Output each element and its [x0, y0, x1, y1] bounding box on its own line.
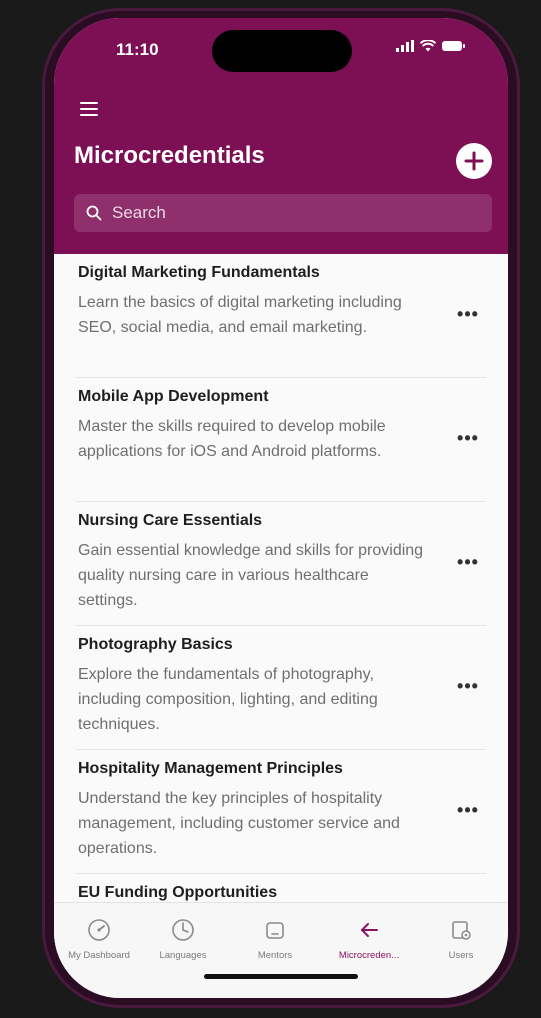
add-microcredential-button[interactable] — [456, 143, 492, 179]
bottom-tab-bar: My Dashboard Languages Mentors Microcred… — [54, 902, 508, 998]
item-title: Hospitality Management Principles — [78, 760, 343, 777]
dynamic-island — [212, 30, 352, 72]
search-input[interactable] — [110, 202, 474, 224]
tab-label: Mentors — [257, 950, 293, 961]
item-title: Nursing Care Essentials — [78, 512, 263, 529]
page-title: Microcredentials — [74, 142, 265, 169]
item-description: Learn the basics of digital marketing in… — [78, 294, 402, 336]
home-indicator — [204, 974, 358, 979]
dashboard-gauge-icon — [88, 919, 110, 941]
more-options-button[interactable]: ••• — [454, 800, 482, 820]
item-description: Understand the key principles of hospita… — [78, 790, 400, 857]
status-time: 11:10 — [116, 40, 159, 59]
users-settings-icon — [452, 921, 471, 940]
tab-label: Users — [448, 950, 474, 961]
tablet-icon — [266, 922, 284, 939]
search-bar[interactable] — [74, 194, 492, 232]
item-description: Master the skills required to develop mo… — [78, 418, 386, 460]
tab-label: My Dashboard — [68, 950, 130, 961]
app-header: 11:10 Microcredentials Search — [54, 18, 508, 254]
list-item[interactable]: EU Funding Opportunities — [76, 874, 486, 902]
more-options-button[interactable]: ••• — [454, 428, 482, 448]
list-item[interactable]: Photography Basics Explore the fundament… — [76, 626, 486, 750]
tab-label: Languages — [159, 950, 207, 961]
list-item[interactable]: Nursing Care Essentials Gain essential k… — [76, 502, 486, 626]
battery-icon — [442, 41, 465, 51]
clock-chart-icon — [172, 919, 194, 941]
item-title: EU Funding Opportunities — [78, 884, 278, 901]
more-options-button[interactable]: ••• — [454, 676, 482, 696]
plus-icon — [464, 151, 484, 171]
item-title: Photography Basics — [78, 636, 233, 653]
phone-screen: 11:10 Microcredentials Search Digital Ma… — [54, 18, 508, 998]
tab-users[interactable]: Users — [416, 917, 506, 961]
tab-languages[interactable]: Languages — [138, 917, 228, 961]
list-item[interactable]: Digital Marketing Fundamentals Learn the… — [76, 254, 486, 378]
status-icons — [396, 40, 466, 52]
tab-my-dashboard[interactable]: My Dashboard — [54, 917, 144, 961]
hamburger-menu-icon[interactable] — [80, 102, 100, 118]
tab-microcredentials[interactable]: Microcreden... — [324, 917, 414, 961]
list-item[interactable]: Hospitality Management Principles Unders… — [76, 750, 486, 874]
wifi-icon — [420, 40, 436, 52]
more-options-button[interactable]: ••• — [454, 304, 482, 324]
tab-mentors[interactable]: Mentors — [230, 917, 320, 961]
microcredentials-list: Digital Marketing Fundamentals Learn the… — [54, 254, 508, 902]
item-title: Digital Marketing Fundamentals — [78, 264, 320, 281]
list-item[interactable]: Mobile App Development Master the skills… — [76, 378, 486, 502]
signal-icon — [396, 40, 414, 52]
more-options-button[interactable]: ••• — [454, 552, 482, 572]
item-description: Gain essential knowledge and skills for … — [78, 542, 424, 609]
stage: 11:10 Microcredentials Search Digital Ma… — [0, 0, 541, 1018]
item-description: Explore the fundamentals of photography,… — [78, 666, 378, 733]
tab-label: Microcreden... — [338, 950, 400, 961]
arrow-left-icon — [361, 923, 378, 937]
item-title: Mobile App Development — [78, 388, 269, 405]
search-icon — [86, 205, 102, 221]
